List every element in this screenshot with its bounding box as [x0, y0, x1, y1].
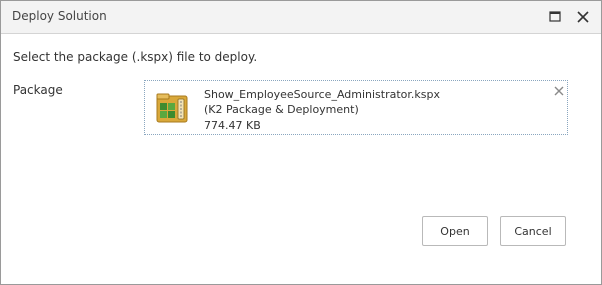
remove-icon[interactable]: [553, 82, 565, 96]
package-file-field[interactable]: Show_EmployeeSource_Administrator.kspx (…: [144, 80, 568, 135]
file-name: Show_EmployeeSource_Administrator.kspx: [204, 88, 441, 101]
package-label: Package: [13, 83, 63, 97]
maximize-icon[interactable]: [545, 7, 565, 27]
dialog-titlebar[interactable]: Deploy Solution: [1, 1, 601, 34]
package-file-icon: [156, 93, 188, 123]
open-button[interactable]: Open: [422, 216, 488, 246]
instruction-text: Select the package (.kspx) file to deplo…: [13, 50, 258, 64]
dialog-title: Deploy Solution: [12, 9, 107, 23]
cancel-button[interactable]: Cancel: [500, 216, 566, 246]
deploy-solution-dialog: Deploy Solution Select the package (.ksp…: [0, 0, 602, 285]
file-type: (K2 Package & Deployment): [204, 103, 359, 116]
file-size: 774.47 KB: [204, 119, 261, 132]
close-icon[interactable]: [573, 7, 593, 27]
